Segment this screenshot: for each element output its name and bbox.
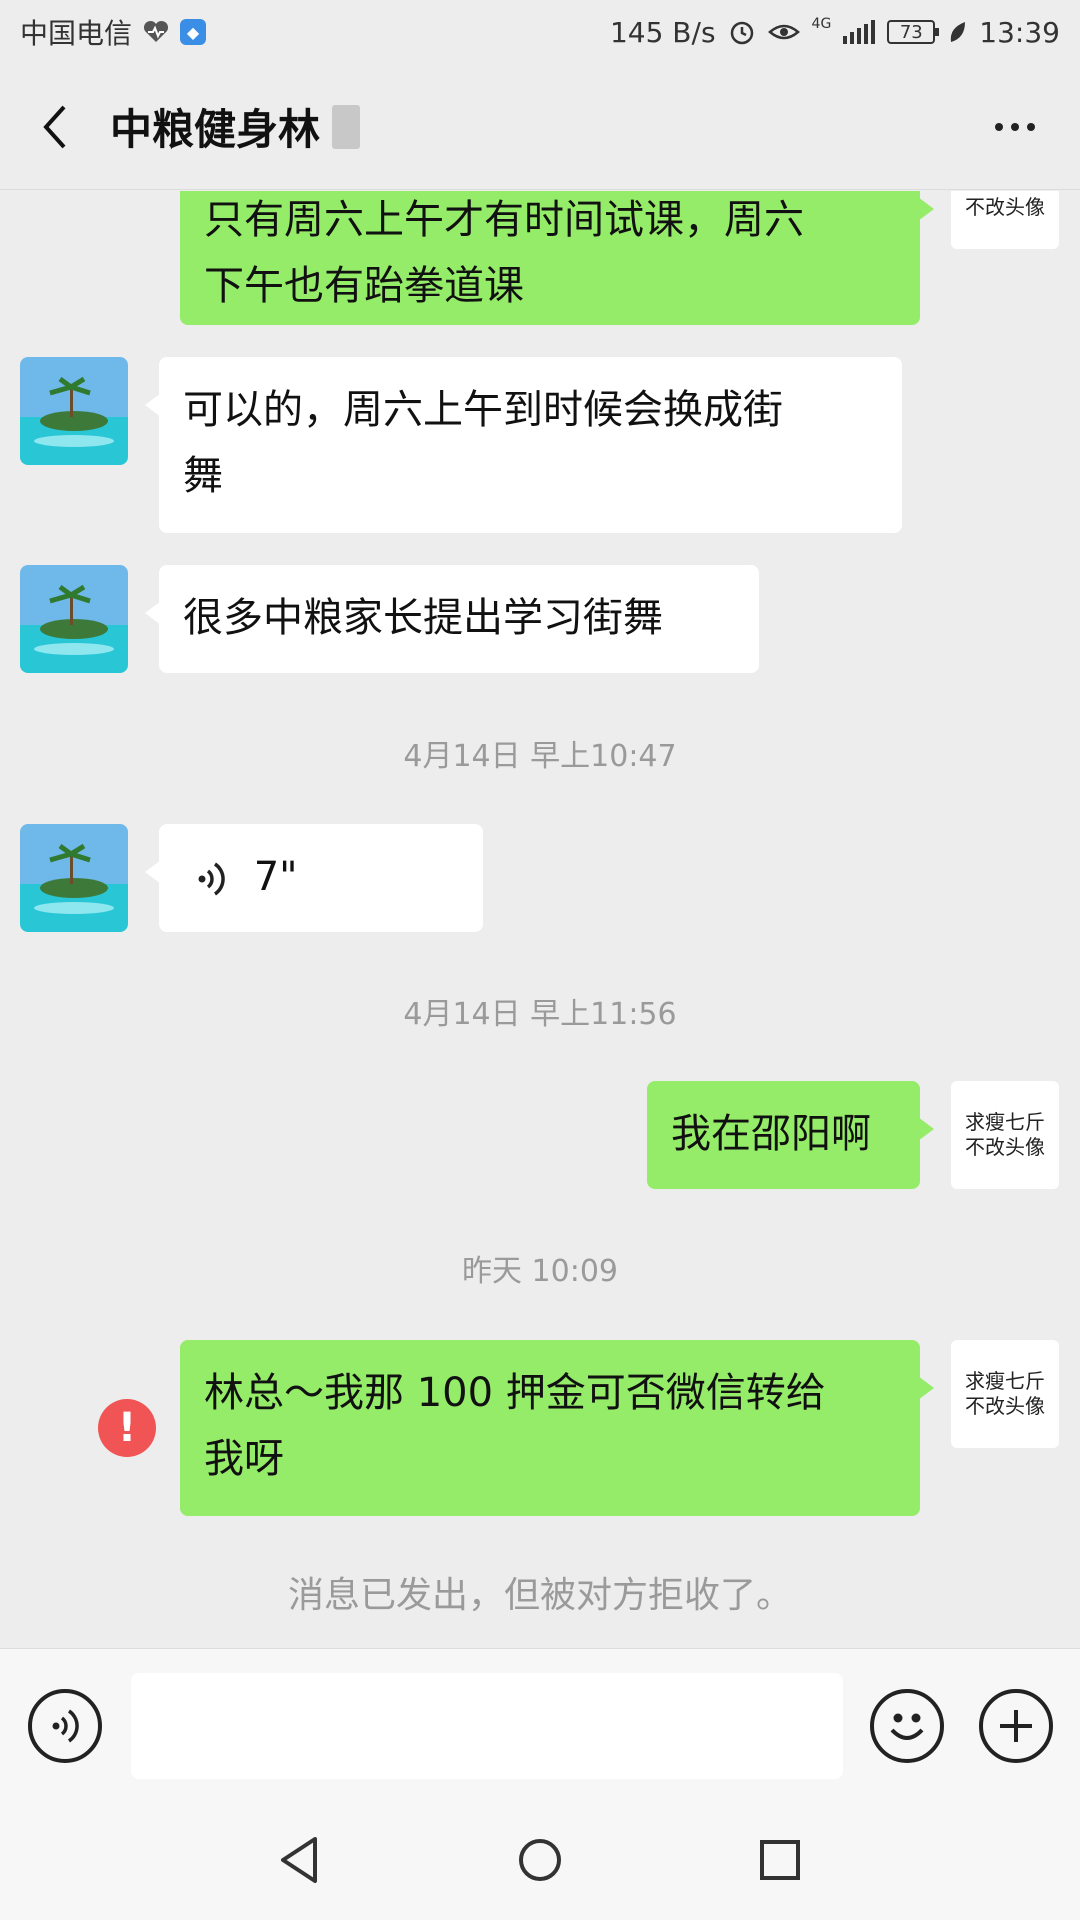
leaf-icon <box>947 20 967 44</box>
more-button[interactable] <box>980 97 1050 157</box>
received-message[interactable]: 很多中粮家长提出学习街舞 <box>145 565 759 673</box>
contact-avatar[interactable] <box>20 565 128 673</box>
sent-message[interactable]: 我在邵阳啊 <box>647 1081 934 1189</box>
chat-header: 中粮健身林 <box>0 64 1080 190</box>
status-bar: 中国电信 ◆ 145 B/s 4G 73 13:39 <box>0 0 1080 64</box>
nav-home-icon <box>519 1839 561 1881</box>
message-line: 我在邵阳啊 <box>671 1111 871 1157</box>
message-line: 只有周六上午才有时间试课，周六 <box>204 197 804 243</box>
avatar-text-line: 不改头像 <box>965 195 1045 219</box>
carrier-label: 中国电信 <box>20 17 133 50</box>
message-timestamp: 昨天 10:09 <box>462 1254 618 1289</box>
back-button[interactable] <box>30 97 80 157</box>
more-functions-button[interactable] <box>979 1689 1053 1763</box>
sent-message[interactable]: 只有周六上午才有时间试课，周六 下午也有跆拳道课 <box>180 191 934 325</box>
received-message[interactable]: 可以的，周六上午到时候会换成街 舞 <box>145 357 902 533</box>
battery-level: 73 <box>899 21 923 43</box>
avatar-text-line: 不改头像 <box>965 1394 1045 1418</box>
voice-wave-icon <box>197 859 227 899</box>
send-failed-icon[interactable]: ! <box>98 1399 156 1457</box>
battery-icon: 73 <box>887 20 940 44</box>
message-line: 可以的，周六上午到时候会换成街 <box>183 387 783 433</box>
voice-duration: 7" <box>253 854 298 900</box>
message-line: 林总～我那 100 押金可否微信转给 <box>204 1370 826 1416</box>
rejected-notice: 消息已发出，但被对方拒收了。 <box>287 1575 792 1616</box>
voice-mode-button[interactable] <box>28 1689 102 1763</box>
security-shield-icon: ◆ <box>180 19 207 45</box>
nav-back-icon <box>281 1837 317 1883</box>
nav-recents-button[interactable] <box>745 1825 815 1895</box>
message-timestamp: 4月14日 早上10:47 <box>403 739 677 774</box>
back-arrow-icon <box>43 105 66 148</box>
network-speed: 145 B/s <box>609 15 716 49</box>
contact-avatar[interactable] <box>20 357 128 465</box>
alarm-icon <box>728 18 756 46</box>
message-line: 下午也有跆拳道课 <box>204 263 524 309</box>
voice-mode-icon <box>52 1709 79 1743</box>
self-avatar[interactable]: 求瘦七斤 不改头像 <box>951 191 1059 249</box>
self-avatar[interactable]: 求瘦七斤 不改头像 <box>951 1340 1059 1448</box>
more-icon <box>995 122 1003 131</box>
nav-recents-icon <box>760 1840 800 1880</box>
avatar-text-line: 求瘦七斤 <box>965 1110 1045 1134</box>
heart-health-icon <box>142 20 170 44</box>
clock: 13:39 <box>979 15 1060 49</box>
message-line: 很多中粮家长提出学习街舞 <box>183 595 663 641</box>
emoji-icon <box>890 1713 924 1740</box>
nav-home-button[interactable] <box>505 1825 575 1895</box>
signal-icon <box>843 20 876 44</box>
system-nav-bar <box>0 1800 1080 1920</box>
network-type: 4G <box>811 15 832 32</box>
message-line: 我呀 <box>204 1436 284 1482</box>
input-bar <box>0 1648 1080 1800</box>
emoji-button[interactable] <box>870 1689 944 1763</box>
plus-icon <box>1000 1710 1032 1742</box>
contact-avatar[interactable] <box>20 824 128 932</box>
eye-comfort-icon <box>767 20 800 44</box>
message-timestamp: 4月14日 早上11:56 <box>403 997 677 1032</box>
chat-title: 中粮健身林 <box>110 105 321 154</box>
redacted-name-block <box>332 104 361 149</box>
avatar-text-line: 求瘦七斤 <box>965 1369 1045 1393</box>
message-line: 舞 <box>183 453 223 499</box>
nav-back-button[interactable] <box>265 1825 335 1895</box>
chat-history[interactable]: 只有周六上午才有时间试课，周六 下午也有跆拳道课 求瘦七斤 不改头像 可以的，周… <box>0 191 1080 1648</box>
voice-message[interactable]: 7" <box>145 824 483 932</box>
avatar-text-line: 不改头像 <box>965 1135 1045 1159</box>
sent-message[interactable]: 林总～我那 100 押金可否微信转给 我呀 <box>180 1340 934 1516</box>
message-input[interactable] <box>131 1673 843 1779</box>
self-avatar[interactable]: 求瘦七斤 不改头像 <box>951 1081 1059 1189</box>
